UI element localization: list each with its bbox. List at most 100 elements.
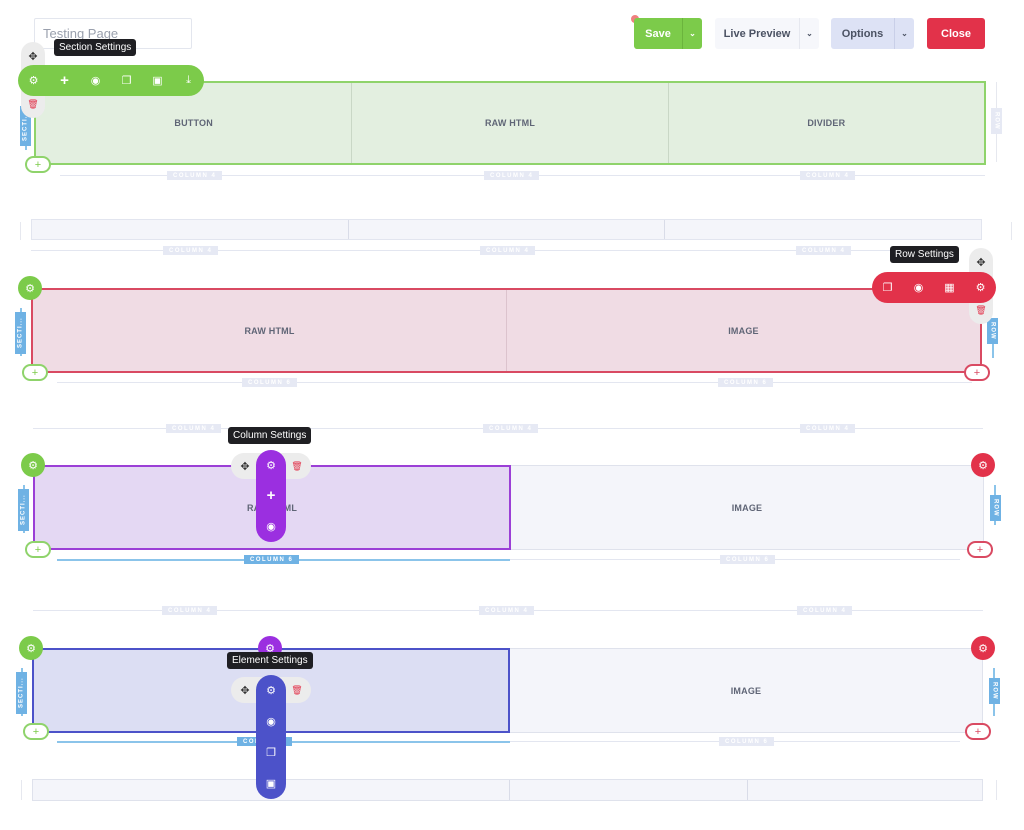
column-tag: COLUMN 6 [719,737,775,746]
row-settings-tooltip: Row Settings [890,246,959,263]
move-icon[interactable]: ✥ [973,254,989,270]
row-guide-line [1011,222,1012,240]
section-row-3[interactable]: RAW HTML IMAGE [31,288,982,373]
move-icon[interactable]: ✥ [25,48,41,64]
chevron-down-icon[interactable]: ⌄ [682,18,702,49]
save-label: Save [645,27,671,40]
gear-icon[interactable]: ⚙ [973,280,989,296]
gear-icon: ⚙ [28,459,38,472]
section-settings-button[interactable]: ⚙ [18,276,42,300]
section-settings-button[interactable]: ⚙ [21,453,45,477]
add-section-button[interactable]: + [23,723,49,740]
column-tag: COLUMN 4 [479,606,535,615]
add-row-button[interactable]: + [964,364,990,381]
section-row-4[interactable]: RAW HTML IMAGE [33,465,984,550]
column-tag: COLUMN 4 [163,246,219,255]
eye-off-icon[interactable]: ◉ [263,714,279,730]
close-button[interactable]: Close [927,18,985,49]
column-tag: COLUMN 4 [162,606,218,615]
column-guide-line [57,382,972,383]
section-row-5[interactable]: IMAGE [32,648,983,733]
section-label: SECTI... [15,312,26,354]
gear-icon[interactable]: ⚙ [26,73,42,89]
plus-icon[interactable]: + [57,72,73,89]
column-tag: COLUMN 4 [796,246,852,255]
eye-off-icon[interactable]: ◉ [911,280,927,296]
row-label: ROW [987,318,998,344]
chevron-down-icon[interactable]: ⌄ [799,18,819,49]
column-tag: COLUMN 4 [480,246,536,255]
columns-icon[interactable]: ▦ [942,280,958,296]
section-guide-line [21,780,22,800]
column-tag: COLUMN 6 [720,555,776,564]
empty-column[interactable] [32,220,348,239]
live-preview-button[interactable]: Live Preview ⌄ [715,18,819,49]
empty-column[interactable] [347,220,665,239]
element-divider[interactable]: DIVIDER [667,83,984,163]
move-icon[interactable]: ✥ [237,682,253,698]
row-label: ROW [991,108,1002,134]
chevron-down-icon[interactable]: ⌄ [894,18,914,49]
empty-column[interactable] [747,780,982,800]
empty-column[interactable] [509,780,747,800]
column-toolbar: ⚙ + ◉ [256,450,286,542]
column-tag: COLUMN 6 [242,378,298,387]
column-tag: COLUMN 4 [800,171,856,180]
column-tag: COLUMN 6 [718,378,774,387]
column-tag-active: COLUMN 6 [244,555,300,564]
live-preview-label: Live Preview [723,27,791,40]
row-toolbar: ❐ ◉ ▦ ⚙ [872,272,996,303]
section-settings-button[interactable]: ⚙ [19,636,43,660]
element-raw-html[interactable]: RAW HTML [33,290,506,371]
save-icon[interactable]: ▣ [150,73,166,89]
plus-icon[interactable]: + [263,487,279,504]
column-guide-line [31,250,901,251]
eye-off-icon[interactable]: ◉ [88,73,104,89]
row-settings-button[interactable]: ⚙ [971,453,995,477]
gear-icon: ⚙ [25,282,35,295]
column-tag: COLUMN 4 [166,424,222,433]
gear-icon: ⚙ [978,642,988,655]
row-guide-line [996,780,997,800]
column-tag: COLUMN 4 [483,424,539,433]
options-label: Options [841,27,884,40]
gear-icon: ⚙ [26,642,36,655]
section-row-2[interactable] [31,219,982,240]
empty-column[interactable] [664,220,981,239]
gear-icon[interactable]: ⚙ [263,683,279,699]
section-label: SECTI... [16,672,27,714]
duplicate-icon[interactable]: ❐ [263,745,279,761]
gear-icon[interactable]: ⚙ [263,457,279,473]
element-settings-tooltip: Element Settings [227,652,313,669]
duplicate-icon[interactable]: ❐ [880,280,896,296]
section-label: SECTI... [18,489,29,531]
column-tag: COLUMN 4 [797,606,853,615]
row-settings-button[interactable]: ⚙ [971,636,995,660]
duplicate-icon[interactable]: ❐ [119,73,135,89]
element-toolbar: ⚙ ◉ ❐ ▣ [256,675,286,799]
move-icon[interactable]: ✥ [237,458,253,474]
element-raw-html[interactable]: RAW HTML [351,83,667,163]
download-icon[interactable]: ⤓ [181,73,197,89]
element-image[interactable]: IMAGE [510,648,983,733]
element-image[interactable]: IMAGE [511,465,984,550]
options-button[interactable]: Options ⌄ [831,18,914,49]
add-section-button[interactable]: + [25,541,51,558]
add-section-button[interactable]: + [22,364,48,381]
eye-off-icon[interactable]: ◉ [263,519,279,535]
column-tag: COLUMN 4 [167,171,223,180]
trash-icon[interactable]: 🗑 [973,302,989,318]
column-tag: COLUMN 4 [484,171,540,180]
trash-icon[interactable]: 🗑 [289,458,305,474]
save-button[interactable]: Save ⌄ [634,18,702,49]
trash-icon[interactable]: 🗑 [25,96,41,112]
section-settings-tooltip: Section Settings [54,39,137,56]
add-section-button[interactable]: + [25,156,51,173]
add-row-button[interactable]: + [965,723,991,740]
column-settings-tooltip: Column Settings [228,427,312,444]
trash-icon[interactable]: 🗑 [289,682,305,698]
section-row-6[interactable] [32,779,983,801]
add-row-button[interactable]: + [967,541,993,558]
row-label: ROW [990,495,1001,521]
save-icon[interactable]: ▣ [263,776,279,792]
